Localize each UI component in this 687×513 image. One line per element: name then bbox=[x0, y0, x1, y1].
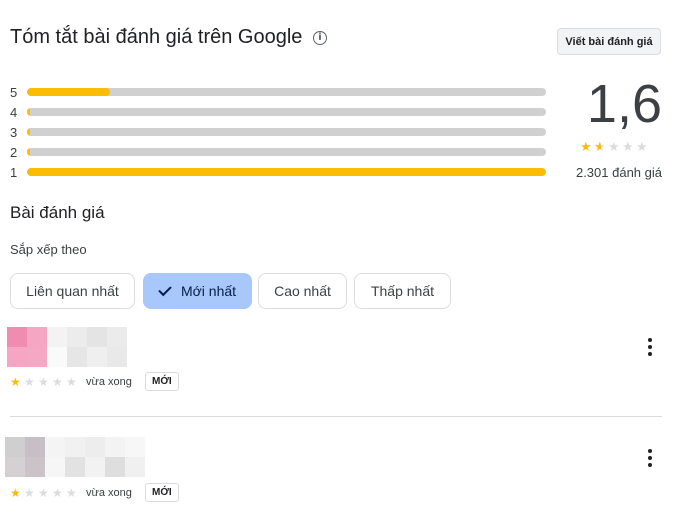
rating-bar-fill bbox=[27, 88, 111, 96]
rating-bar-label: 3 bbox=[10, 125, 18, 140]
review-stars: ★ ★ ★ ★ ★ bbox=[10, 375, 80, 389]
reviewer-avatar[interactable] bbox=[5, 437, 145, 477]
more-options-icon[interactable] bbox=[642, 338, 658, 356]
rating-bar-label: 5 bbox=[10, 85, 18, 100]
rating-bar-label: 4 bbox=[10, 105, 18, 120]
check-icon bbox=[158, 282, 172, 296]
star-empty-icon: ★ bbox=[38, 375, 49, 389]
chip-label: Liên quan nhất bbox=[26, 283, 119, 299]
star-empty-icon: ★ bbox=[52, 375, 63, 389]
average-rating: 1,6 bbox=[586, 74, 662, 134]
rating-bar-fill bbox=[27, 128, 31, 136]
star-filled-icon: ★ bbox=[10, 375, 21, 389]
star-empty-icon: ★ bbox=[66, 486, 77, 500]
average-stars: ★ ★ ★ ★ ★ bbox=[580, 140, 649, 156]
info-icon[interactable]: i bbox=[313, 31, 327, 45]
rating-bar-1: 1 bbox=[10, 165, 546, 180]
new-badge: MỚI bbox=[145, 372, 179, 391]
star-empty-icon: ★ bbox=[636, 140, 648, 155]
more-options-icon[interactable] bbox=[642, 449, 658, 467]
summary-title: Tóm tắt bài đánh giá trên Google bbox=[10, 26, 303, 48]
rating-bar-track bbox=[27, 108, 546, 116]
rating-bar-5: 5 bbox=[10, 85, 546, 100]
star-empty-icon: ★ bbox=[608, 140, 620, 155]
rating-bar-fill bbox=[27, 148, 31, 156]
review-stars: ★ ★ ★ ★ ★ bbox=[10, 486, 80, 500]
rating-bar-4: 4 bbox=[10, 105, 546, 120]
star-empty-icon: ★ bbox=[66, 375, 77, 389]
review-time: vừa xong bbox=[86, 376, 132, 388]
chip-label: Mới nhất bbox=[180, 283, 237, 299]
star-half-icon: ★ bbox=[594, 141, 607, 156]
sort-label: Sắp xếp theo bbox=[10, 242, 87, 257]
write-review-button[interactable]: Viết bài đánh giá bbox=[557, 28, 661, 55]
rating-bar-2: 2 bbox=[10, 145, 546, 160]
sort-chip-lowest[interactable]: Thấp nhất bbox=[354, 273, 451, 309]
rating-bar-label: 2 bbox=[10, 145, 18, 160]
rating-bar-label: 1 bbox=[10, 165, 18, 180]
sort-chip-relevant[interactable]: Liên quan nhất bbox=[10, 273, 135, 309]
review-divider bbox=[10, 416, 662, 417]
rating-bar-track bbox=[27, 128, 546, 136]
reviews-heading: Bài đánh giá bbox=[10, 203, 105, 222]
rating-bar-fill bbox=[27, 108, 31, 116]
star-empty-icon: ★ bbox=[24, 375, 35, 389]
rating-bar-3: 3 bbox=[10, 125, 546, 140]
star-filled-icon: ★ bbox=[10, 486, 21, 500]
star-empty-icon: ★ bbox=[38, 486, 49, 500]
sort-chip-newest[interactable]: Mới nhất bbox=[143, 273, 252, 309]
chip-label: Thấp nhất bbox=[370, 283, 435, 299]
total-reviews[interactable]: 2.301 đánh giá bbox=[540, 165, 662, 180]
rating-bar-track bbox=[27, 88, 546, 96]
rating-bar-track bbox=[27, 148, 546, 156]
chip-label: Cao nhất bbox=[274, 283, 331, 299]
star-empty-icon: ★ bbox=[622, 140, 634, 155]
star-filled-icon: ★ bbox=[580, 140, 592, 155]
star-empty-icon: ★ bbox=[24, 486, 35, 500]
review-time: vừa xong bbox=[86, 487, 132, 499]
new-badge: MỚI bbox=[145, 483, 179, 502]
star-empty-icon: ★ bbox=[52, 486, 63, 500]
rating-bar-fill bbox=[27, 168, 546, 176]
rating-bar-track bbox=[27, 168, 546, 176]
reviewer-avatar[interactable] bbox=[7, 327, 127, 367]
sort-chip-highest[interactable]: Cao nhất bbox=[258, 273, 347, 309]
